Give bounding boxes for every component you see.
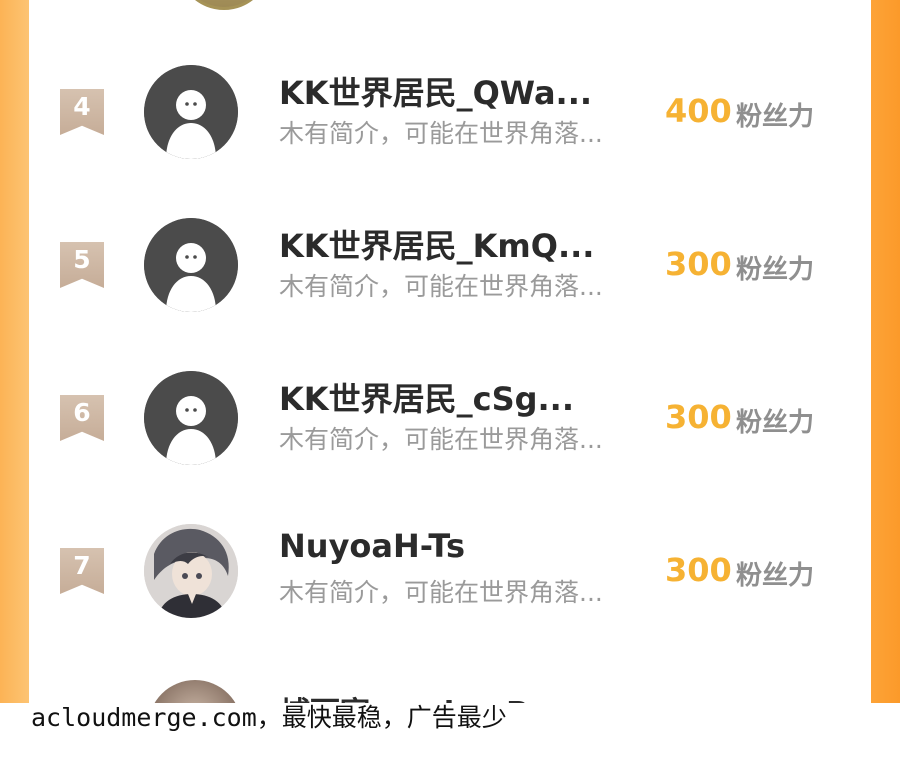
rank-badge: 5: [60, 242, 104, 288]
user-bio: 木有简介，可能在世界角落...: [279, 425, 603, 454]
watermark-text: acloudmerge.com，最快最稳，广告最少: [31, 703, 507, 732]
fan-score-unit: 粉丝力: [736, 408, 815, 438]
list-item[interactable]: 4 KK世界居民_QWa... 木有简介，可能在世界角落... 400 粉丝力: [29, 56, 871, 176]
user-bio: 木有简介，可能在世界角落...: [279, 578, 603, 607]
rank-badge: 6: [60, 395, 104, 441]
anime-portrait-avatar-icon: [144, 524, 238, 618]
user-name[interactable]: KK世界居民_KmQ...: [279, 221, 659, 267]
rank-badge: 7: [60, 548, 104, 594]
left-orange-border: [0, 0, 29, 703]
fan-score-unit: 粉丝力: [736, 102, 815, 132]
user-bio: 木有简介，可能在世界角落...: [279, 272, 603, 301]
user-bio: 木有简介，可能在世界角落...: [279, 119, 603, 148]
fan-score: 300: [665, 398, 732, 436]
default-avatar-icon: [144, 65, 238, 159]
user-name[interactable]: NuyoaH-Ts: [279, 527, 659, 565]
avatar[interactable]: [144, 524, 238, 618]
list-item[interactable]: 7 NuyoaH-Ts 木有简介，可能在世界角落... 300 粉丝力: [29, 515, 871, 635]
fan-score: 300: [665, 551, 732, 589]
rank-badge: 4: [60, 89, 104, 135]
user-name[interactable]: KK世界居民_QWa...: [279, 68, 659, 114]
avatar[interactable]: [144, 65, 238, 159]
avatar[interactable]: [144, 371, 238, 465]
default-avatar-icon: [144, 371, 238, 465]
fan-score: 300: [665, 245, 732, 283]
list-item[interactable]: 5 KK世界居民_KmQ... 木有简介，可能在世界角落... 300 粉丝力: [29, 209, 871, 329]
default-avatar-icon: [144, 218, 238, 312]
user-name[interactable]: KK世界居民_cSg...: [279, 374, 659, 420]
list-item[interactable]: 6 KK世界居民_cSg... 木有简介，可能在世界角落... 300 粉丝力: [29, 362, 871, 482]
fan-score-unit: 粉丝力: [736, 255, 815, 285]
avatar[interactable]: [144, 218, 238, 312]
fan-score: 400: [665, 92, 732, 130]
fan-score-unit: 粉丝力: [736, 561, 815, 591]
avatar-partial-top[interactable]: [177, 0, 271, 10]
right-orange-border: [871, 0, 900, 703]
ranking-card: 4 KK世界居民_QWa... 木有简介，可能在世界角落... 400 粉丝力 …: [29, 0, 871, 703]
